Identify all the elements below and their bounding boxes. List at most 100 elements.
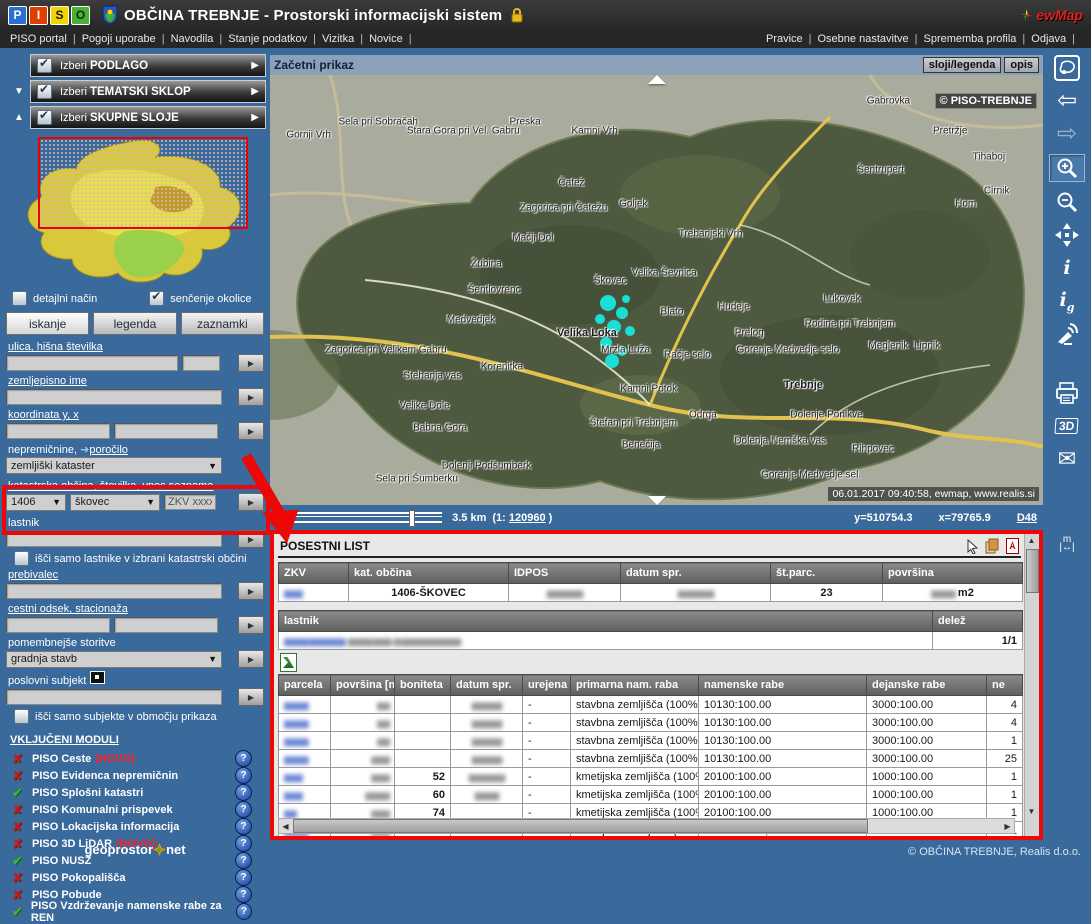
menu-item[interactable]: Vizitka (322, 33, 369, 45)
housenumber-input[interactable] (182, 355, 220, 371)
business-search-button[interactable] (238, 688, 264, 706)
full-extent-button[interactable] (1050, 55, 1084, 81)
column-header[interactable]: urejena (523, 675, 571, 696)
copy-icon[interactable] (985, 538, 1000, 554)
module-help-button[interactable]: ? (235, 784, 252, 801)
scroll-right-arrow[interactable]: ▶ (1001, 820, 1014, 833)
menu-item[interactable]: Navodila (171, 33, 229, 45)
module-link[interactable]: PISO Splošni katastri (32, 787, 143, 799)
scroll-left-arrow[interactable]: ◀ (279, 820, 292, 833)
pdf-export-icon[interactable] (1006, 538, 1019, 554)
layer-checkbox[interactable] (37, 58, 52, 73)
layer-accordion[interactable]: Izberi PODLAGO ▶ (30, 54, 266, 77)
placename-search-button[interactable] (238, 388, 264, 406)
parcel-row[interactable]: ▆▆▆▆ ▆▆ ▆▆▆▆▆ - stavbna zemljišča (100%)… (279, 696, 1023, 714)
parcel-row[interactable]: ▆▆▆ ▆▆▆▆ 60 ▆▆▆▆ - kmetijska zemljišča (… (279, 786, 1023, 804)
tab-iskanje[interactable]: iskanje (6, 312, 89, 335)
vertical-scrollbar[interactable]: ▲ ▼ (1024, 534, 1039, 836)
cadastral-name-select[interactable]: škovec▼ (70, 494, 160, 511)
menu-item[interactable]: Novice (369, 33, 417, 45)
coord-x-input[interactable] (114, 423, 218, 439)
module-help-button[interactable]: ? (236, 903, 252, 920)
tab-legenda[interactable]: legenda (93, 312, 176, 335)
module-help-button[interactable]: ? (235, 886, 252, 903)
column-header[interactable]: boniteta (395, 675, 451, 696)
register-select[interactable]: zemljiški kataster▼ (6, 457, 222, 474)
column-header[interactable]: ZKV (279, 563, 349, 584)
mail-button[interactable]: ✉ (1050, 446, 1084, 472)
module-link[interactable]: PISO Vzdrževanje namenske rabe za REN (31, 900, 236, 924)
cadastral-code-select[interactable]: 1406▼ (6, 494, 66, 511)
menu-item[interactable]: Sprememba profila (923, 33, 1031, 45)
module-help-button[interactable]: ? (235, 818, 252, 835)
pan-down-arrow[interactable] (648, 496, 666, 505)
zkv-input[interactable] (164, 494, 216, 510)
geoprostor-logo[interactable]: geoprostornet (0, 842, 270, 857)
scale-ratio-link[interactable]: 120960 (509, 512, 546, 524)
menu-item[interactable]: PISO portal (10, 33, 82, 45)
parcel-row[interactable]: ▆▆▆▆ ▆▆ ▆▆▆▆▆ - stavbna zemljišča (100%)… (279, 732, 1023, 750)
column-header[interactable]: ne (987, 675, 1023, 696)
map-canvas[interactable]: Gornji Vrh Sela pri Sobračah Stara Gora … (270, 75, 1043, 505)
piso-logo[interactable]: P I S O (8, 6, 90, 25)
back-button[interactable]: ⇦ (1050, 88, 1084, 114)
services-search-button[interactable] (238, 650, 264, 668)
overview-map[interactable] (6, 135, 264, 287)
column-header[interactable]: kat. občina (349, 563, 509, 584)
datum-link[interactable]: D48 (1017, 512, 1037, 524)
column-header[interactable]: površina [m2] (331, 675, 395, 696)
pan-up-arrow[interactable] (648, 75, 666, 84)
gps-button[interactable] (1050, 321, 1084, 347)
pointer-tool-icon[interactable] (966, 539, 979, 554)
column-header[interactable]: št.parc. (771, 563, 883, 584)
measure-button[interactable]: m|↔| (1050, 531, 1084, 557)
coord-y-input[interactable] (6, 423, 110, 439)
table-row[interactable]: ▆▆▆ 1406-ŠKOVEC ▆▆▆▆▆▆ ▆▆▆▆▆▆ 23 ▆▆▆▆ m2 (279, 584, 1023, 602)
info-group-button[interactable]: ig (1050, 288, 1084, 314)
column-header[interactable]: datum spr. (451, 675, 523, 696)
expand-right-icon[interactable]: ▶ (251, 86, 259, 97)
forward-button[interactable]: ⇨ (1050, 121, 1084, 147)
module-link[interactable]: PISO Komunalni prispevek (32, 804, 173, 816)
module-link[interactable]: PISO Evidenca nepremičnin (32, 770, 178, 782)
detail-mode-checkbox[interactable] (12, 291, 27, 306)
roadsection-input[interactable] (6, 617, 110, 633)
menu-item[interactable]: Pogoji uporabe (82, 33, 171, 45)
tab-zaznamki[interactable]: zaznamki (181, 312, 264, 335)
module-link[interactable]: PISO Ceste (32, 753, 91, 765)
horizontal-scrollbar[interactable]: ◀ ▶ (278, 818, 1015, 834)
zkv-search-button[interactable] (238, 493, 264, 511)
module-help-button[interactable]: ? (235, 767, 252, 784)
expand-right-icon[interactable]: ▶ (251, 60, 259, 71)
column-header[interactable]: datum spr. (621, 563, 771, 584)
business-input[interactable] (6, 689, 222, 705)
layer-accordion[interactable]: ▼ Izberi TEMATSKI SKLOP ▶ (30, 80, 266, 103)
excel-export-icon[interactable] (280, 653, 297, 672)
column-header[interactable]: lastnik (279, 611, 933, 632)
module-link[interactable]: PISO Lokacijska informacija (32, 821, 179, 833)
street-search-button[interactable] (238, 354, 264, 372)
collapse-arrow-icon[interactable]: ▲ (11, 112, 27, 123)
business-filter-checkbox[interactable] (14, 709, 29, 724)
pan-button[interactable] (1050, 222, 1084, 248)
print-button[interactable] (1050, 380, 1084, 406)
column-header[interactable]: IDPOS (509, 563, 621, 584)
zoom-in-button[interactable] (1049, 154, 1085, 182)
owner-filter-checkbox[interactable] (14, 551, 29, 566)
layer-checkbox[interactable] (37, 84, 52, 99)
module-help-button[interactable]: ? (235, 869, 252, 886)
layer-checkbox[interactable] (37, 110, 52, 125)
scroll-thumb[interactable] (1026, 549, 1039, 593)
menu-item[interactable]: Osebne nastavitve (818, 33, 924, 45)
column-header[interactable]: površina (883, 563, 1023, 584)
info-button[interactable]: i (1050, 255, 1084, 281)
scale-slider-handle[interactable] (409, 510, 415, 527)
menu-item[interactable]: Stanje podatkov (228, 33, 322, 45)
chainage-input[interactable] (114, 617, 218, 633)
resident-input[interactable] (6, 583, 222, 599)
module-link[interactable]: PISO Pokopališča (32, 872, 126, 884)
porocilo-link[interactable]: poročilo (89, 444, 128, 456)
street-input[interactable] (6, 355, 178, 371)
column-header[interactable]: primarna nam. raba (571, 675, 699, 696)
parcel-row[interactable]: ▆▆▆ ▆▆▆ 52 ▆▆▆▆▆▆ - kmetijska zemljišča … (279, 768, 1023, 786)
